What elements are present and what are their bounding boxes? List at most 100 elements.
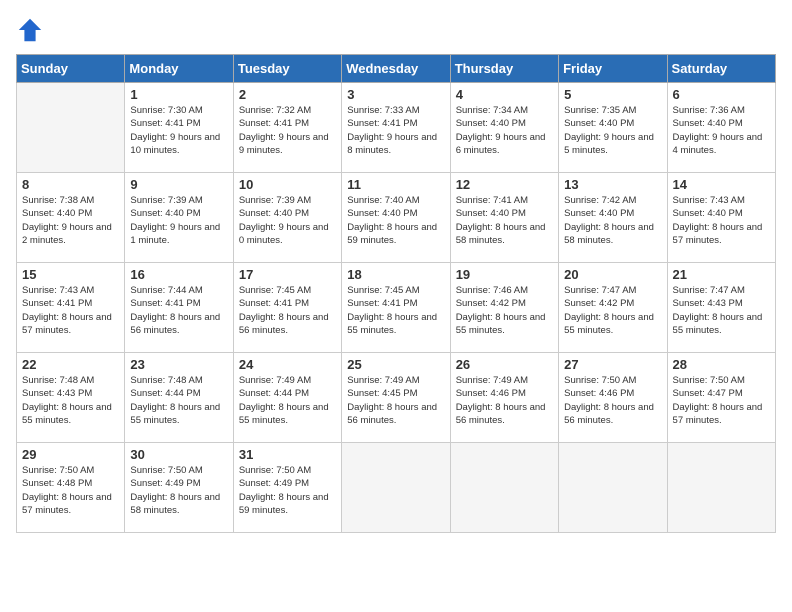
week-row-2: 15 Sunrise: 7:43 AMSunset: 4:41 PMDaylig… bbox=[17, 263, 776, 353]
header-day-tuesday: Tuesday bbox=[233, 55, 341, 83]
day-info: Sunrise: 7:42 AMSunset: 4:40 PMDaylight:… bbox=[564, 195, 654, 246]
day-number: 16 bbox=[130, 267, 227, 282]
day-info: Sunrise: 7:44 AMSunset: 4:41 PMDaylight:… bbox=[130, 285, 220, 336]
calendar-cell: 17 Sunrise: 7:45 AMSunset: 4:41 PMDaylig… bbox=[233, 263, 341, 353]
calendar-cell: 24 Sunrise: 7:49 AMSunset: 4:44 PMDaylig… bbox=[233, 353, 341, 443]
calendar-cell: 15 Sunrise: 7:43 AMSunset: 4:41 PMDaylig… bbox=[17, 263, 125, 353]
calendar-cell: 31 Sunrise: 7:50 AMSunset: 4:49 PMDaylig… bbox=[233, 443, 341, 533]
calendar-cell bbox=[342, 443, 450, 533]
day-number: 29 bbox=[22, 447, 119, 462]
calendar-cell: 5 Sunrise: 7:35 AMSunset: 4:40 PMDayligh… bbox=[559, 83, 667, 173]
calendar-cell bbox=[559, 443, 667, 533]
day-info: Sunrise: 7:32 AMSunset: 4:41 PMDaylight:… bbox=[239, 105, 329, 156]
week-row-1: 8 Sunrise: 7:38 AMSunset: 4:40 PMDayligh… bbox=[17, 173, 776, 263]
header-day-sunday: Sunday bbox=[17, 55, 125, 83]
day-number: 31 bbox=[239, 447, 336, 462]
calendar-cell: 10 Sunrise: 7:39 AMSunset: 4:40 PMDaylig… bbox=[233, 173, 341, 263]
day-number: 27 bbox=[564, 357, 661, 372]
day-info: Sunrise: 7:33 AMSunset: 4:41 PMDaylight:… bbox=[347, 105, 437, 156]
day-info: Sunrise: 7:50 AMSunset: 4:46 PMDaylight:… bbox=[564, 375, 654, 426]
calendar-cell: 6 Sunrise: 7:36 AMSunset: 4:40 PMDayligh… bbox=[667, 83, 775, 173]
day-number: 28 bbox=[673, 357, 770, 372]
day-number: 1 bbox=[130, 87, 227, 102]
day-number: 22 bbox=[22, 357, 119, 372]
day-number: 13 bbox=[564, 177, 661, 192]
day-number: 9 bbox=[130, 177, 227, 192]
day-info: Sunrise: 7:47 AMSunset: 4:43 PMDaylight:… bbox=[673, 285, 763, 336]
day-number: 14 bbox=[673, 177, 770, 192]
day-info: Sunrise: 7:40 AMSunset: 4:40 PMDaylight:… bbox=[347, 195, 437, 246]
day-number: 2 bbox=[239, 87, 336, 102]
header-row: SundayMondayTuesdayWednesdayThursdayFrid… bbox=[17, 55, 776, 83]
day-info: Sunrise: 7:36 AMSunset: 4:40 PMDaylight:… bbox=[673, 105, 763, 156]
day-info: Sunrise: 7:41 AMSunset: 4:40 PMDaylight:… bbox=[456, 195, 546, 246]
day-info: Sunrise: 7:50 AMSunset: 4:47 PMDaylight:… bbox=[673, 375, 763, 426]
day-number: 11 bbox=[347, 177, 444, 192]
day-info: Sunrise: 7:45 AMSunset: 4:41 PMDaylight:… bbox=[239, 285, 329, 336]
day-number: 23 bbox=[130, 357, 227, 372]
calendar-cell: 13 Sunrise: 7:42 AMSunset: 4:40 PMDaylig… bbox=[559, 173, 667, 263]
calendar-cell: 23 Sunrise: 7:48 AMSunset: 4:44 PMDaylig… bbox=[125, 353, 233, 443]
header-day-saturday: Saturday bbox=[667, 55, 775, 83]
calendar-cell: 28 Sunrise: 7:50 AMSunset: 4:47 PMDaylig… bbox=[667, 353, 775, 443]
calendar-cell: 2 Sunrise: 7:32 AMSunset: 4:41 PMDayligh… bbox=[233, 83, 341, 173]
header-day-thursday: Thursday bbox=[450, 55, 558, 83]
day-info: Sunrise: 7:34 AMSunset: 4:40 PMDaylight:… bbox=[456, 105, 546, 156]
calendar-cell bbox=[450, 443, 558, 533]
day-number: 21 bbox=[673, 267, 770, 282]
day-info: Sunrise: 7:48 AMSunset: 4:44 PMDaylight:… bbox=[130, 375, 220, 426]
header-day-wednesday: Wednesday bbox=[342, 55, 450, 83]
day-number: 19 bbox=[456, 267, 553, 282]
day-number: 18 bbox=[347, 267, 444, 282]
logo bbox=[16, 16, 48, 44]
header-day-monday: Monday bbox=[125, 55, 233, 83]
week-row-0: 1 Sunrise: 7:30 AMSunset: 4:41 PMDayligh… bbox=[17, 83, 776, 173]
day-number: 20 bbox=[564, 267, 661, 282]
day-info: Sunrise: 7:46 AMSunset: 4:42 PMDaylight:… bbox=[456, 285, 546, 336]
day-info: Sunrise: 7:43 AMSunset: 4:41 PMDaylight:… bbox=[22, 285, 112, 336]
calendar-cell: 21 Sunrise: 7:47 AMSunset: 4:43 PMDaylig… bbox=[667, 263, 775, 353]
day-info: Sunrise: 7:49 AMSunset: 4:45 PMDaylight:… bbox=[347, 375, 437, 426]
calendar-cell: 25 Sunrise: 7:49 AMSunset: 4:45 PMDaylig… bbox=[342, 353, 450, 443]
day-info: Sunrise: 7:50 AMSunset: 4:49 PMDaylight:… bbox=[239, 465, 329, 516]
day-info: Sunrise: 7:50 AMSunset: 4:49 PMDaylight:… bbox=[130, 465, 220, 516]
calendar-cell: 26 Sunrise: 7:49 AMSunset: 4:46 PMDaylig… bbox=[450, 353, 558, 443]
header-day-friday: Friday bbox=[559, 55, 667, 83]
calendar-cell: 27 Sunrise: 7:50 AMSunset: 4:46 PMDaylig… bbox=[559, 353, 667, 443]
week-row-4: 29 Sunrise: 7:50 AMSunset: 4:48 PMDaylig… bbox=[17, 443, 776, 533]
calendar-cell: 11 Sunrise: 7:40 AMSunset: 4:40 PMDaylig… bbox=[342, 173, 450, 263]
day-info: Sunrise: 7:47 AMSunset: 4:42 PMDaylight:… bbox=[564, 285, 654, 336]
day-number: 12 bbox=[456, 177, 553, 192]
calendar-cell: 22 Sunrise: 7:48 AMSunset: 4:43 PMDaylig… bbox=[17, 353, 125, 443]
day-number: 25 bbox=[347, 357, 444, 372]
calendar-cell: 16 Sunrise: 7:44 AMSunset: 4:41 PMDaylig… bbox=[125, 263, 233, 353]
day-number: 26 bbox=[456, 357, 553, 372]
day-info: Sunrise: 7:49 AMSunset: 4:46 PMDaylight:… bbox=[456, 375, 546, 426]
day-info: Sunrise: 7:48 AMSunset: 4:43 PMDaylight:… bbox=[22, 375, 112, 426]
calendar-cell: 30 Sunrise: 7:50 AMSunset: 4:49 PMDaylig… bbox=[125, 443, 233, 533]
calendar-cell: 14 Sunrise: 7:43 AMSunset: 4:40 PMDaylig… bbox=[667, 173, 775, 263]
calendar-cell: 4 Sunrise: 7:34 AMSunset: 4:40 PMDayligh… bbox=[450, 83, 558, 173]
logo-icon bbox=[16, 16, 44, 44]
calendar-cell: 18 Sunrise: 7:45 AMSunset: 4:41 PMDaylig… bbox=[342, 263, 450, 353]
day-number: 4 bbox=[456, 87, 553, 102]
calendar-table: SundayMondayTuesdayWednesdayThursdayFrid… bbox=[16, 54, 776, 533]
day-number: 5 bbox=[564, 87, 661, 102]
calendar-cell: 9 Sunrise: 7:39 AMSunset: 4:40 PMDayligh… bbox=[125, 173, 233, 263]
week-row-3: 22 Sunrise: 7:48 AMSunset: 4:43 PMDaylig… bbox=[17, 353, 776, 443]
calendar-cell: 19 Sunrise: 7:46 AMSunset: 4:42 PMDaylig… bbox=[450, 263, 558, 353]
day-number: 8 bbox=[22, 177, 119, 192]
day-number: 3 bbox=[347, 87, 444, 102]
calendar-cell: 12 Sunrise: 7:41 AMSunset: 4:40 PMDaylig… bbox=[450, 173, 558, 263]
day-info: Sunrise: 7:38 AMSunset: 4:40 PMDaylight:… bbox=[22, 195, 112, 246]
day-info: Sunrise: 7:30 AMSunset: 4:41 PMDaylight:… bbox=[130, 105, 220, 156]
day-info: Sunrise: 7:39 AMSunset: 4:40 PMDaylight:… bbox=[130, 195, 220, 246]
calendar-cell: 8 Sunrise: 7:38 AMSunset: 4:40 PMDayligh… bbox=[17, 173, 125, 263]
day-info: Sunrise: 7:45 AMSunset: 4:41 PMDaylight:… bbox=[347, 285, 437, 336]
day-info: Sunrise: 7:43 AMSunset: 4:40 PMDaylight:… bbox=[673, 195, 763, 246]
day-number: 17 bbox=[239, 267, 336, 282]
calendar-cell: 1 Sunrise: 7:30 AMSunset: 4:41 PMDayligh… bbox=[125, 83, 233, 173]
day-number: 15 bbox=[22, 267, 119, 282]
day-info: Sunrise: 7:35 AMSunset: 4:40 PMDaylight:… bbox=[564, 105, 654, 156]
day-number: 24 bbox=[239, 357, 336, 372]
